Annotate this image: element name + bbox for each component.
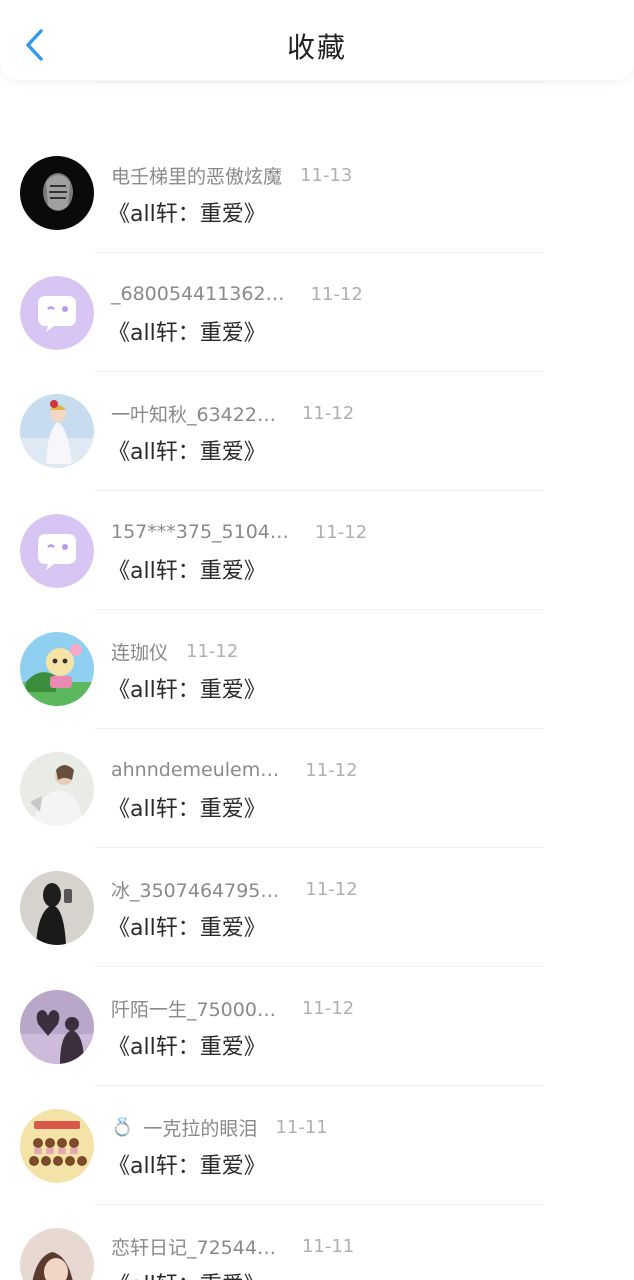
date: 11-12 [301, 997, 355, 1019]
username[interactable]: 一克拉的眼泪 [143, 1114, 257, 1141]
list-item[interactable]: _680054411362… 11-12 《all轩：重爱》 [0, 253, 634, 372]
date: 11-12 [186, 640, 239, 662]
avatar[interactable] [20, 394, 94, 468]
list-item[interactable]: 电壬梯里的恶傲炫魔 11-13 《all轩：重爱》 [0, 134, 634, 253]
username[interactable]: 恋轩日记_72544… [111, 1233, 276, 1260]
item-meta: 冰_3507464795… 11-12 [111, 874, 358, 904]
date: 11-11 [301, 1235, 355, 1257]
list-item[interactable]: 一叶知秋_63422… 11-12 《all轩：重爱》 [0, 372, 634, 491]
book-title[interactable]: 《all轩：重爱》 [108, 196, 266, 228]
avatar[interactable] [20, 156, 94, 230]
item-meta: ahnndemeulem… 11-12 [111, 755, 358, 785]
avatar[interactable] [20, 1109, 94, 1183]
list-item[interactable]: ahnndemeulem… 11-12 《all轩：重爱》 [0, 729, 634, 848]
username[interactable]: 电壬梯里的恶傲炫魔 [111, 162, 282, 189]
list-item[interactable]: 冰_3507464795… 11-12 《all轩：重爱》 [0, 848, 634, 967]
divider [95, 82, 544, 83]
username[interactable]: 连珈仪 [111, 638, 168, 665]
book-title[interactable]: 《all轩：重爱》 [108, 1148, 266, 1180]
favorites-page: 《all轩：重爱》 电壬梯里的恶傲炫魔 11-13 《all轩：重爱》 [0, 0, 634, 1280]
username[interactable]: 157***375_5104… [111, 521, 289, 543]
username[interactable]: ahnndemeulem… [111, 759, 279, 781]
book-title[interactable]: 《all轩：重爱》 [108, 791, 266, 823]
avatar[interactable] [20, 990, 94, 1064]
item-meta: 157***375_5104… 11-12 [111, 517, 367, 547]
item-meta: 连珈仪 11-12 [111, 636, 238, 666]
date: 11-12 [301, 402, 355, 424]
list-item[interactable]: 💍 一克拉的眼泪 11-11 《all轩：重爱》 [0, 1086, 634, 1205]
book-title[interactable]: 《all轩：重爱》 [108, 672, 266, 704]
default-avatar-icon[interactable] [20, 514, 94, 588]
book-title[interactable]: 《all轩：重爱》 [108, 315, 266, 347]
book-title[interactable]: 《all轩：重爱》 [108, 1029, 266, 1061]
list-item[interactable]: 157***375_5104… 11-12 《all轩：重爱》 [0, 491, 634, 610]
list-item[interactable]: 恋轩日记_72544… 11-11 《all轩：重爱》 [0, 1205, 634, 1280]
date: 11-12 [305, 878, 358, 900]
item-meta: 电壬梯里的恶傲炫魔 11-13 [111, 160, 352, 190]
avatar[interactable] [20, 871, 94, 945]
item-meta: 恋轩日记_72544… 11-11 [111, 1231, 354, 1261]
date: 11-11 [275, 1116, 328, 1138]
page-title: 收藏 [286, 31, 347, 64]
username[interactable]: _680054411362… [111, 283, 285, 305]
avatar[interactable] [20, 1228, 94, 1280]
default-avatar-icon[interactable] [20, 276, 94, 350]
list-item[interactable]: 阡陌一生_75000… 11-12 《all轩：重爱》 [0, 967, 634, 1086]
date: 11-12 [305, 759, 358, 781]
item-meta: _680054411362… 11-12 [111, 279, 363, 309]
item-meta: 💍 一克拉的眼泪 11-11 [111, 1112, 328, 1142]
date: 11-12 [310, 283, 363, 305]
username[interactable]: 冰_3507464795… [111, 876, 279, 903]
book-title[interactable]: 《all轩：重爱》 [108, 1267, 266, 1280]
ring-icon: 💍 [111, 1116, 134, 1138]
list-item[interactable]: 连珈仪 11-12 《all轩：重爱》 [0, 610, 634, 729]
username[interactable]: 阡陌一生_75000… [111, 995, 276, 1022]
book-title[interactable]: 《all轩：重爱》 [108, 553, 266, 585]
avatar[interactable] [20, 632, 94, 706]
nav-header: 收藏 [0, 0, 634, 80]
date: 11-13 [300, 164, 353, 186]
book-title[interactable]: 《all轩：重爱》 [108, 910, 266, 942]
avatar[interactable] [20, 752, 94, 826]
item-meta: 一叶知秋_63422… 11-12 [111, 398, 354, 428]
book-title[interactable]: 《all轩：重爱》 [108, 434, 266, 466]
date: 11-12 [314, 521, 368, 543]
username[interactable]: 一叶知秋_63422… [111, 400, 276, 427]
item-meta: 阡陌一生_75000… 11-12 [111, 993, 354, 1023]
